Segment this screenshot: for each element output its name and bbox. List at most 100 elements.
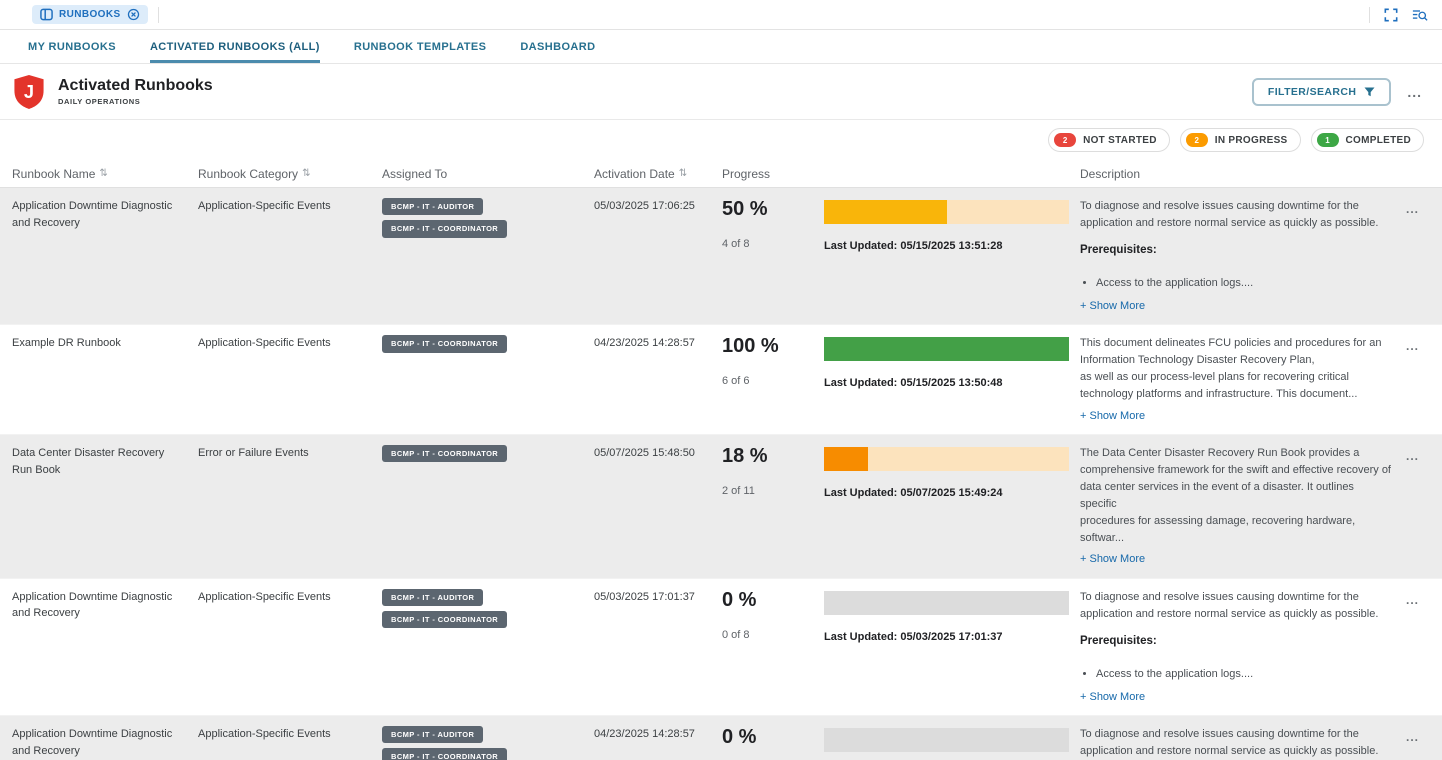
last-updated: Last Updated: 05/15/2025 13:51:28 <box>824 238 1066 255</box>
column-header-activation-date[interactable]: Activation Date ⇅ <box>594 167 722 181</box>
progress-bar-fill <box>824 200 947 224</box>
assigned-to-tags: BCMP - IT - AUDITORBCMP - IT - COORDINAT… <box>382 198 594 238</box>
prerequisite-item: Access to the application logs.... <box>1096 666 1392 683</box>
table-row[interactable]: Application Downtime Diagnostic and Reco… <box>0 579 1442 716</box>
runbook-category: Error or Failure Events <box>198 445 382 462</box>
column-header-runbook-name[interactable]: Runbook Name⇅ <box>12 167 198 181</box>
row-menu-button[interactable]: ... <box>1406 726 1442 744</box>
activation-date: 04/23/2025 14:28:57 <box>594 335 722 352</box>
filter-search-label: FILTER/SEARCH <box>1268 86 1356 98</box>
sort-icon[interactable]: ⇅ <box>99 168 107 179</box>
row-menu-button[interactable]: ... <box>1406 445 1442 463</box>
assigned-to-tags: BCMP - IT - AUDITORBCMP - IT - COORDINAT… <box>382 589 594 629</box>
show-more-link[interactable]: + Show More <box>1080 298 1145 315</box>
progress-steps: 4 of 8 <box>722 236 810 253</box>
progress-bar-track <box>824 337 1069 361</box>
description-cell: The Data Center Disaster Recovery Run Bo… <box>1080 445 1406 568</box>
prerequisites-label: Prerequisites: <box>1080 633 1392 650</box>
description-line: as well as our process-level plans for r… <box>1080 369 1392 386</box>
show-more-link[interactable]: + Show More <box>1080 551 1145 568</box>
divider <box>1369 7 1370 23</box>
progress-percent-cell: 0 % 0 of 8 <box>722 726 824 760</box>
description-cell: To diagnose and resolve issues causing d… <box>1080 589 1406 705</box>
svg-text:J: J <box>24 82 34 102</box>
description-line: Information Technology Disaster Recovery… <box>1080 352 1392 369</box>
legend-label: COMPLETED <box>1346 135 1411 146</box>
tab-dashboard[interactable]: DASHBOARD <box>520 30 595 63</box>
progress-percent-cell: 18 % 2 of 11 <box>722 445 824 500</box>
runbook-table: Application Downtime Diagnostic and Reco… <box>0 188 1442 760</box>
expand-icon[interactable] <box>1384 8 1398 22</box>
sort-icon[interactable]: ⇅ <box>679 168 687 179</box>
description-text: The Data Center Disaster Recovery Run Bo… <box>1080 445 1392 547</box>
activation-date: 05/03/2025 17:06:25 <box>594 198 722 215</box>
description-text: This document delineates FCU policies an… <box>1080 335 1392 403</box>
nav-tabs: MY RUNBOOKS ACTIVATED RUNBOOKS (ALL) RUNBO… <box>0 30 1442 64</box>
progress-percent-cell: 50 % 4 of 8 <box>722 198 824 253</box>
legend-label: NOT STARTED <box>1083 135 1157 146</box>
show-more-link[interactable]: + Show More <box>1080 408 1145 425</box>
close-circle-icon[interactable] <box>127 8 140 21</box>
table-row[interactable]: Example DR Runbook Application-Specific … <box>0 325 1442 435</box>
header-more-menu-button[interactable]: ... <box>1407 85 1422 99</box>
description-line: This document delineates FCU policies an… <box>1080 335 1392 352</box>
assigned-tag: BCMP - IT - COORDINATOR <box>382 335 507 352</box>
page-title: Activated Runbooks <box>58 77 213 95</box>
progress-bar-cell: Last Updated: 05/15/2025 13:50:48 <box>824 335 1080 392</box>
row-menu-button[interactable]: ... <box>1406 589 1442 607</box>
workspace-tab-label: RUNBOOKS <box>59 9 121 20</box>
row-menu-button[interactable]: ... <box>1406 335 1442 353</box>
grid-icon <box>40 8 53 21</box>
runbook-category: Application-Specific Events <box>198 726 382 743</box>
description-line: comprehensive framework for the swift an… <box>1080 462 1392 479</box>
progress-bar-fill <box>824 337 1069 361</box>
progress-bar-fill <box>824 447 868 471</box>
progress-steps: 0 of 8 <box>722 627 810 644</box>
progress-bar-track <box>824 447 1069 471</box>
legend-in-progress[interactable]: 2IN PROGRESS <box>1180 128 1301 152</box>
progress-steps: 2 of 11 <box>722 483 810 500</box>
description-cell: To diagnose and resolve issues causing d… <box>1080 198 1406 314</box>
runbook-name: Data Center Disaster Recovery Run Book <box>12 445 198 478</box>
legend-not-started[interactable]: 2NOT STARTED <box>1048 128 1170 152</box>
description-text: To diagnose and resolve issues causing d… <box>1080 198 1392 232</box>
tab-activated-runbooks-all-[interactable]: ACTIVATED RUNBOOKS (ALL) <box>150 30 320 63</box>
progress-percent: 100 % <box>722 335 810 357</box>
progress-bar-cell: Last Updated: 05/03/2025 17:01:37 <box>824 589 1080 646</box>
description-text: To diagnose and resolve issues causing d… <box>1080 726 1392 760</box>
description-cell: To diagnose and resolve issues causing d… <box>1080 726 1406 760</box>
tab-runbook-templates[interactable]: RUNBOOK TEMPLATES <box>354 30 486 63</box>
assigned-tag: BCMP - IT - AUDITOR <box>382 589 483 606</box>
preview-search-icon[interactable] <box>1412 8 1428 22</box>
tab-my-runbooks[interactable]: MY RUNBOOKS <box>28 30 116 63</box>
runbook-name: Application Downtime Diagnostic and Reco… <box>12 589 198 622</box>
progress-percent: 50 % <box>722 198 810 220</box>
activation-date: 04/23/2025 14:28:57 <box>594 726 722 743</box>
row-menu-button[interactable]: ... <box>1406 198 1442 216</box>
table-row[interactable]: Data Center Disaster Recovery Run Book E… <box>0 435 1442 579</box>
table-row[interactable]: Application Downtime Diagnostic and Reco… <box>0 716 1442 760</box>
description-line: The Data Center Disaster Recovery Run Bo… <box>1080 445 1392 462</box>
assigned-tag: BCMP - IT - COORDINATOR <box>382 445 507 462</box>
show-more-link[interactable]: + Show More <box>1080 689 1145 706</box>
divider <box>158 7 159 23</box>
assigned-to-tags: BCMP - IT - COORDINATOR <box>382 335 594 352</box>
runbook-name: Application Downtime Diagnostic and Reco… <box>12 198 198 231</box>
assigned-tag: BCMP - IT - COORDINATOR <box>382 220 507 237</box>
sort-icon[interactable]: ⇅ <box>302 168 310 179</box>
status-legend: 2NOT STARTED 2IN PROGRESS 1COMPLETED <box>0 120 1442 160</box>
filter-funnel-icon <box>1364 87 1375 97</box>
progress-percent-cell: 0 % 0 of 8 <box>722 589 824 644</box>
assigned-to-tags: BCMP - IT - AUDITORBCMP - IT - COORDINAT… <box>382 726 594 760</box>
workspace-tab-runbooks[interactable]: RUNBOOKS <box>32 5 148 24</box>
filter-search-button[interactable]: FILTER/SEARCH <box>1252 78 1391 106</box>
prerequisite-item: Access to the application logs.... <box>1096 275 1392 292</box>
column-header-runbook-category[interactable]: Runbook Category⇅ <box>198 167 382 181</box>
progress-percent: 18 % <box>722 445 810 467</box>
column-header-description: Description <box>1080 167 1406 181</box>
activation-date: 05/03/2025 17:01:37 <box>594 589 722 606</box>
description-line: procedures for assessing damage, recover… <box>1080 513 1392 547</box>
column-label: Activation Date <box>594 167 675 181</box>
legend-completed[interactable]: 1COMPLETED <box>1311 128 1424 152</box>
table-row[interactable]: Application Downtime Diagnostic and Reco… <box>0 188 1442 325</box>
